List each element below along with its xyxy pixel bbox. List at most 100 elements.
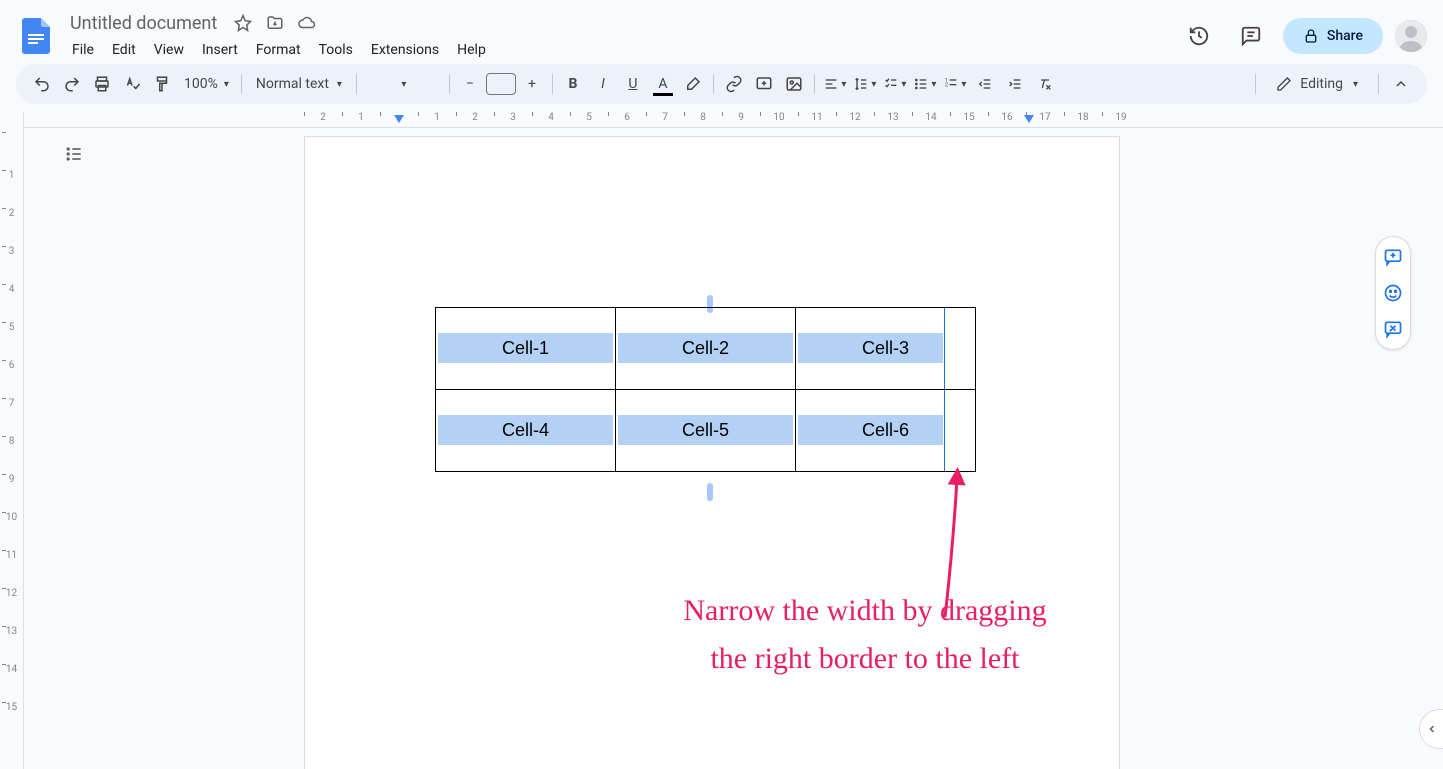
share-label: Share — [1327, 28, 1363, 44]
suggest-edits-button[interactable] — [1381, 317, 1405, 341]
ruler-tick: 11 — [0, 550, 23, 588]
align-button[interactable] — [821, 70, 849, 98]
ruler-tick: 16 — [988, 112, 1026, 123]
font-family-select[interactable] — [363, 70, 443, 98]
ruler-tick: 5 — [570, 112, 608, 123]
ruler-tick: 6 — [608, 112, 646, 123]
cloud-status-icon[interactable] — [295, 11, 319, 35]
menu-view[interactable]: View — [146, 38, 192, 62]
ruler-tick: 14 — [912, 112, 950, 123]
outline-toggle-button[interactable] — [56, 136, 92, 172]
print-button[interactable] — [88, 70, 116, 98]
annotation-text: Narrow the width by dragging the right b… — [595, 587, 1135, 683]
ruler-tick: 7 — [0, 398, 23, 436]
emoji-reaction-button[interactable] — [1381, 281, 1405, 305]
redo-button[interactable] — [58, 70, 86, 98]
ruler-tick: 2 — [304, 112, 342, 123]
comments-icon[interactable] — [1231, 16, 1271, 56]
paint-format-button[interactable] — [148, 70, 176, 98]
ruler-tick: 1 — [0, 170, 23, 208]
menu-extensions[interactable]: Extensions — [363, 38, 447, 62]
pencil-icon — [1276, 76, 1292, 92]
document-table[interactable]: Cell-1 Cell-2 Cell-3 Cell-4 Cell-5 Cell-… — [435, 307, 976, 472]
ruler-tick: 4 — [532, 112, 570, 123]
table-cell[interactable]: Cell-3 — [796, 308, 976, 390]
add-comment-side-button[interactable] — [1381, 245, 1405, 269]
title-area: Untitled document File Edit View Insert … — [64, 11, 1179, 62]
menu-help[interactable]: Help — [449, 38, 494, 62]
ruler-tick: 13 — [874, 112, 912, 123]
separator — [814, 74, 815, 94]
history-icon[interactable] — [1179, 16, 1219, 56]
ruler-tick — [0, 132, 23, 170]
table-cell[interactable]: Cell-4 — [436, 390, 616, 472]
ruler-tick: 15 — [0, 702, 23, 740]
bulleted-list-button[interactable] — [911, 70, 939, 98]
content-area: 123456789101112131415 211234567891011121… — [0, 112, 1443, 769]
line-spacing-button[interactable] — [851, 70, 879, 98]
separator — [449, 74, 450, 94]
column-drag-guide[interactable] — [944, 308, 945, 389]
move-to-folder-icon[interactable] — [263, 11, 287, 35]
decrease-indent-button[interactable] — [971, 70, 999, 98]
column-drag-guide[interactable] — [944, 390, 945, 471]
table-row-handle-bottom[interactable] — [707, 483, 713, 501]
menu-tools[interactable]: Tools — [311, 38, 361, 62]
undo-button[interactable] — [28, 70, 56, 98]
ruler-tick: 7 — [646, 112, 684, 123]
header-right: Share — [1179, 16, 1427, 56]
zoom-select[interactable]: 100% — [178, 70, 235, 98]
horizontal-ruler[interactable]: 2112345678910111213141516171819 — [24, 112, 1443, 128]
add-comment-button[interactable] — [750, 70, 778, 98]
star-icon[interactable] — [231, 11, 255, 35]
ruler-tick: 8 — [0, 436, 23, 474]
right-indent-marker[interactable] — [1024, 115, 1034, 125]
collapse-toolbar-button[interactable] — [1387, 70, 1415, 98]
side-panel-toggle[interactable] — [1419, 709, 1443, 749]
svg-text:2: 2 — [945, 83, 948, 89]
docs-logo-icon[interactable] — [16, 16, 56, 56]
table-row: Cell-1 Cell-2 Cell-3 — [436, 308, 976, 390]
ruler-tick: 13 — [0, 626, 23, 664]
decrease-font-button[interactable]: − — [456, 70, 484, 98]
vertical-ruler[interactable]: 123456789101112131415 — [0, 112, 24, 769]
separator — [241, 74, 242, 94]
underline-button[interactable]: U — [619, 70, 647, 98]
insert-image-button[interactable] — [780, 70, 808, 98]
numbered-list-button[interactable]: 12 — [941, 70, 969, 98]
side-comment-toolbar — [1375, 236, 1411, 350]
highlight-button[interactable] — [679, 70, 707, 98]
document-page[interactable]: Cell-1 Cell-2 Cell-3 Cell-4 Cell-5 Cell-… — [304, 136, 1120, 769]
spellcheck-button[interactable] — [118, 70, 146, 98]
checklist-button[interactable] — [881, 70, 909, 98]
increase-indent-button[interactable] — [1001, 70, 1029, 98]
separator — [713, 74, 714, 94]
table-cell[interactable]: Cell-5 — [616, 390, 796, 472]
table-cell[interactable]: Cell-6 — [796, 390, 976, 472]
insert-link-button[interactable] — [720, 70, 748, 98]
table-cell[interactable]: Cell-1 — [436, 308, 616, 390]
editing-mode-button[interactable]: Editing — [1264, 70, 1370, 98]
text-color-button[interactable]: A — [649, 70, 677, 98]
ruler-tick: 19 — [1102, 112, 1140, 123]
menu-edit[interactable]: Edit — [104, 38, 144, 62]
user-avatar[interactable] — [1395, 20, 1427, 52]
paragraph-style-select[interactable]: Normal text — [248, 70, 350, 98]
italic-button[interactable]: I — [589, 70, 617, 98]
ruler-tick: 2 — [456, 112, 494, 123]
ruler-tick: 9 — [722, 112, 760, 123]
increase-font-button[interactable]: + — [518, 70, 546, 98]
menu-insert[interactable]: Insert — [194, 38, 246, 62]
menu-file[interactable]: File — [64, 38, 102, 62]
menu-format[interactable]: Format — [248, 38, 309, 62]
clear-formatting-button[interactable] — [1031, 70, 1059, 98]
ruler-tick: 18 — [1064, 112, 1102, 123]
separator — [1255, 74, 1256, 94]
table-cell[interactable]: Cell-2 — [616, 308, 796, 390]
bold-button[interactable]: B — [559, 70, 587, 98]
share-button[interactable]: Share — [1283, 18, 1383, 54]
font-size-input[interactable] — [486, 73, 516, 95]
left-indent-marker[interactable] — [394, 115, 404, 125]
document-title[interactable]: Untitled document — [64, 11, 223, 36]
ruler-tick: 8 — [684, 112, 722, 123]
